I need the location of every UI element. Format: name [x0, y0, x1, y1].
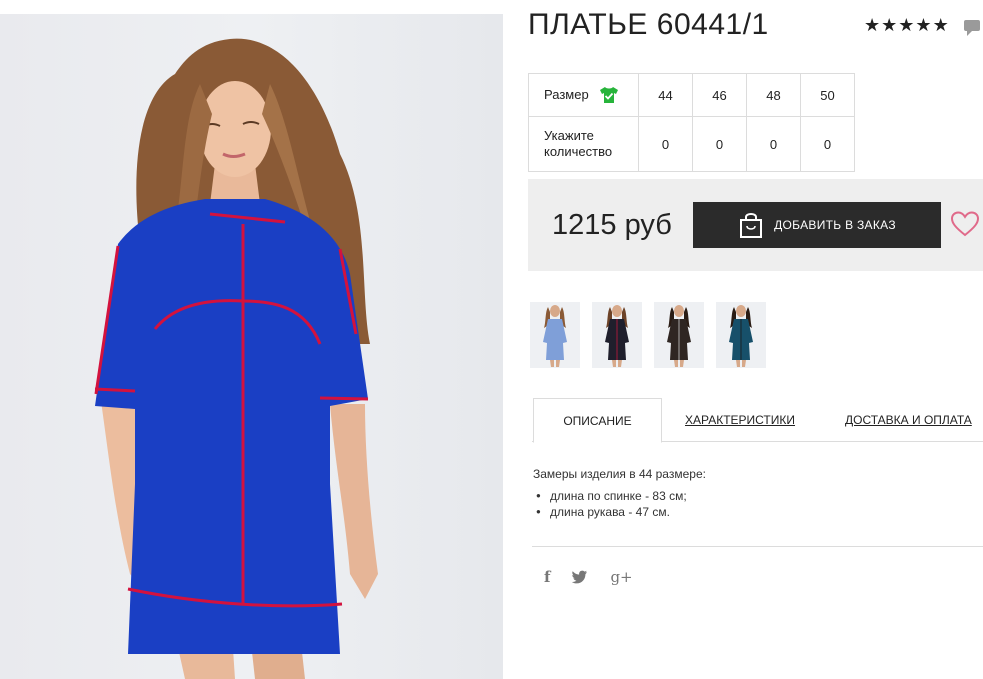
quantity-input[interactable]: 0 [746, 116, 801, 172]
size-label-cell: Размер [528, 73, 639, 117]
dress-thumbnail-icon [605, 305, 629, 367]
size-label: Размер [544, 87, 589, 102]
tab-description[interactable]: ОПИСАНИЕ [533, 398, 662, 443]
thumbnail-dark-brown[interactable] [654, 302, 704, 368]
size-row: Размер 44 46 48 50 [528, 73, 855, 117]
quantity-label: Укажите количество [528, 116, 639, 172]
social-share: f g+ [544, 568, 633, 586]
add-to-order-button[interactable]: ДОБАВИТЬ В ЗАКАЗ [693, 202, 941, 248]
dress-thumbnail-icon [543, 305, 567, 367]
description-intro: Замеры изделия в 44 размере: [533, 467, 706, 481]
add-to-order-label: ДОБАВИТЬ В ЗАКАЗ [774, 218, 896, 232]
size-option[interactable]: 46 [692, 73, 747, 117]
twitter-icon[interactable] [572, 570, 588, 584]
thumbnail-teal[interactable] [716, 302, 766, 368]
quantity-input[interactable]: 0 [692, 116, 747, 172]
measurements-list: длина по спинке - 83 см; длина рукава - … [533, 488, 706, 520]
quantity-input[interactable]: 0 [638, 116, 693, 172]
star-icon: ★ [881, 15, 898, 35]
product-tabs: ОПИСАНИЕ ХАРАКТЕРИСТИКИ ДОСТАВКА И ОПЛАТ… [532, 398, 983, 443]
star-icon: ★ [864, 15, 881, 35]
shopping-bag-icon [740, 213, 763, 238]
tab-characteristics[interactable]: ХАРАКТЕРИСТИКИ [685, 398, 795, 442]
quantity-input[interactable]: 0 [800, 116, 855, 172]
product-photo[interactable] [0, 14, 503, 679]
model-photo-illustration [94, 38, 378, 679]
product-rating[interactable]: ★ ★ ★ ★ ★ [864, 15, 949, 35]
size-quantity-table: Размер 44 46 48 50 Укажите количество 0 … [528, 73, 855, 172]
product-page: ПЛАТЬЕ 60441/1 ★ ★ ★ ★ ★ Размер 44 46 48… [0, 0, 983, 679]
star-icon: ★ [932, 15, 949, 35]
description-panel: Замеры изделия в 44 размере: длина по сп… [533, 466, 706, 520]
dress-thumbnail-icon [729, 305, 753, 367]
thumbnail-gallery [530, 302, 766, 368]
facebook-icon[interactable]: f [544, 568, 550, 586]
divider [532, 546, 983, 547]
tshirt-check-icon[interactable] [599, 86, 619, 104]
size-option[interactable]: 50 [800, 73, 855, 117]
heart-icon[interactable] [951, 211, 979, 237]
star-icon: ★ [915, 15, 932, 35]
dress-thumbnail-icon [667, 305, 691, 367]
star-icon: ★ [898, 15, 915, 35]
size-option[interactable]: 44 [638, 73, 693, 117]
size-option[interactable]: 48 [746, 73, 801, 117]
thumbnail-light-blue[interactable] [530, 302, 580, 368]
google-plus-icon[interactable]: g+ [610, 568, 632, 586]
comment-icon[interactable] [963, 19, 981, 37]
product-title: ПЛАТЬЕ 60441/1 [528, 8, 769, 41]
thumbnail-black[interactable] [592, 302, 642, 368]
price: 1215 руб [552, 209, 672, 241]
list-item: длина рукава - 47 см. [533, 504, 706, 520]
quantity-row: Укажите количество 0 0 0 0 [528, 116, 855, 172]
list-item: длина по спинке - 83 см; [533, 488, 706, 504]
price-bar: 1215 руб ДОБАВИТЬ В ЗАКАЗ [528, 179, 983, 271]
tab-delivery-payment[interactable]: ДОСТАВКА И ОПЛАТА [845, 398, 972, 442]
